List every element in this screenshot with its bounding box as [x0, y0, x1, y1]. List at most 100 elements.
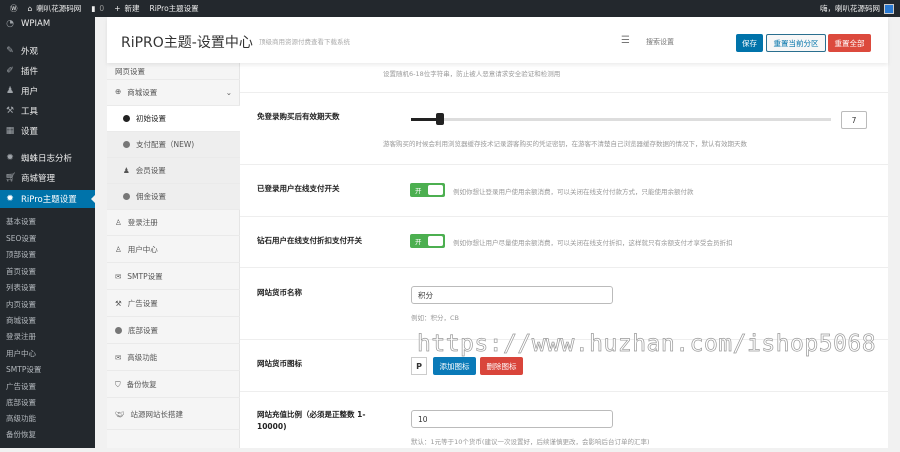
account-menu[interactable]: 嗨，喇叭花源码网 — [820, 0, 894, 17]
nav-footer[interactable]: 底部设置 — [107, 318, 240, 344]
dot-icon — [123, 141, 130, 148]
reset-section-button[interactable]: 重置当前分区 — [766, 34, 826, 52]
toggle-knob — [428, 185, 443, 195]
submenu-top[interactable]: 顶部设置 — [6, 249, 36, 260]
field-label: 钻石用户在线支付折扣支付开关 — [257, 236, 362, 245]
nav-page-settings[interactable]: 网页设置 — [107, 64, 240, 80]
submenu-shop[interactable]: 商城设置 — [6, 315, 36, 326]
submenu-inner[interactable]: 内页设置 — [6, 299, 36, 310]
submenu-footer[interactable]: 底部设置 — [6, 397, 36, 408]
submenu-smtp[interactable]: SMTP设置 — [6, 364, 41, 375]
home-icon: ⌂ — [27, 4, 33, 13]
menu-label: 蜘蛛日志分析 — [21, 154, 73, 164]
ratio-input[interactable]: 10 — [411, 410, 613, 428]
submenu-ads[interactable]: 广告设置 — [6, 381, 36, 392]
nav-smtp[interactable]: ✉ SMTP设置 — [107, 264, 240, 290]
field-desc: 设置随机6-18位字符串，防止被人恶意请求安全验证和检测用 — [383, 70, 561, 78]
page-title: RiPRO主题-设置中心 — [121, 35, 253, 51]
reset-all-button[interactable]: 重置全部 — [828, 34, 871, 52]
nav-label: 支付配置（NEW) — [136, 140, 195, 149]
nav-login[interactable]: ♙ 登录注册 — [107, 210, 240, 236]
cart-icon: 🛒︎ — [5, 173, 17, 183]
field-desc: 例如你想让登录用户使用余额消费，可以关闭在线支付付款方式，只能使用余额付款 — [453, 188, 694, 196]
settings-icon: ▦ — [5, 126, 15, 136]
nav-backup[interactable]: ⛉ 备份恢复 — [107, 372, 240, 398]
user-icon: ♟ — [5, 86, 15, 96]
days-input[interactable]: 7 — [841, 111, 867, 129]
nav-label: 底部设置 — [128, 326, 158, 335]
menu-settings[interactable]: ▦ 设置 — [0, 122, 95, 140]
submenu-user-center[interactable]: 用户中心 — [6, 348, 36, 359]
nav-label: 商城设置 — [127, 88, 158, 97]
comment-icon: ▮ — [91, 4, 96, 13]
slider-handle[interactable] — [436, 113, 445, 125]
submenu-login[interactable]: 登录注册 — [6, 331, 36, 342]
settings-nav: 网页设置 ⊕ 商城设置 ⌄ 初始设置 支付配置（NEW) ♟ 会员设置 佣金设置 ♙ 登… — [107, 60, 240, 448]
currency-name-input[interactable]: 积分 — [411, 286, 613, 304]
search-input[interactable] — [640, 34, 732, 51]
settings-form: 设置随机6-18位字符串，防止被人恶意请求安全验证和检测用 免登录购买后有效期天… — [240, 60, 888, 448]
menu-ripro-settings[interactable]: ✹ RiPro主题设置 — [0, 190, 95, 208]
remove-icon-button[interactable]: 删除图标 — [480, 357, 523, 375]
gear-icon: ✹ — [6, 194, 14, 204]
nav-payment[interactable]: 支付配置（NEW) — [107, 132, 240, 158]
submenu-advanced[interactable]: 高级功能 — [6, 413, 36, 424]
page-link[interactable]: RiPro主题设置 — [149, 3, 198, 14]
submenu-list[interactable]: 列表设置 — [6, 282, 36, 293]
field-label: 网站货币名称 — [257, 288, 302, 297]
dot-icon — [123, 115, 130, 122]
menu-users[interactable]: ♟ 用户 — [0, 82, 95, 100]
nav-label: 用户中心 — [127, 245, 158, 254]
nav-label: 站源网站长搭建 — [130, 410, 184, 419]
nav-initial-settings[interactable]: 初始设置 — [107, 106, 240, 132]
menu-shop[interactable]: 🛒︎ 商城管理 — [0, 169, 95, 187]
menu-label: 插件 — [21, 67, 39, 77]
menu-label: 商城管理 — [21, 174, 56, 184]
save-button[interactable]: 保存 — [736, 34, 763, 52]
site-link[interactable]: ⌂ 喇叭花源码网 — [28, 3, 82, 14]
days-slider[interactable] — [411, 113, 831, 125]
field-label: 已登录用户在线支付开关 — [257, 184, 340, 193]
submenu-home[interactable]: 首页设置 — [6, 266, 36, 277]
shield-icon: ⛉ — [115, 379, 121, 389]
gauge-icon: ◔ — [6, 19, 14, 29]
field-desc: 游客购买的时候会利用浏览器缓存技术记录游客购买的凭证密钥，在游客不清楚自己浏览器… — [383, 140, 747, 148]
envelope-icon: ✉ — [115, 272, 122, 281]
menu-spider-log[interactable]: ✹ 蜘蛛日志分析 — [0, 149, 95, 167]
comments-link[interactable]: ▮ 0 — [91, 4, 104, 13]
user-icon: ♟ — [123, 166, 130, 175]
online-pay-toggle[interactable]: 开 — [410, 183, 445, 197]
admin-sidebar: ◔ WPIAM ✎ 外观 ✐ 插件 ♟ 用户 ⚒ 工具 ▦ 设置 ✹ 蜘蛛日志分析 🛒︎ 商城管… — [0, 17, 95, 448]
field-desc: 例如你想让用户尽量使用余额消费，可以关闭在线支付折扣，这样就只有余额支付才享受会… — [453, 239, 733, 247]
menu-tools[interactable]: ⚒ 工具 — [0, 102, 95, 120]
nav-label: 初始设置 — [136, 114, 166, 123]
nav-label: 广告设置 — [127, 299, 158, 308]
nav-label: 会员设置 — [135, 166, 166, 175]
submenu-backup[interactable]: 备份恢复 — [6, 429, 36, 440]
nav-commission[interactable]: 佣金设置 — [107, 184, 240, 210]
nav-shop-settings[interactable]: ⊕ 商城设置 ⌄ — [107, 80, 240, 106]
list-icon[interactable]: ☰ — [621, 35, 630, 46]
nav-membership[interactable]: ♟ 会员设置 — [107, 158, 240, 184]
nav-advanced[interactable]: ✉ 高级功能 — [107, 345, 240, 371]
nav-label: 备份恢复 — [126, 380, 157, 389]
menu-wpiam[interactable]: ◔ WPIAM — [0, 15, 95, 33]
diamond-discount-toggle[interactable]: 开 — [410, 234, 445, 248]
scrollbar-track[interactable] — [888, 17, 900, 448]
nav-user-center[interactable]: ♙ 用户中心 — [107, 237, 240, 263]
nav-ads[interactable]: ⚒ 广告设置 — [107, 291, 240, 317]
submenu-basic[interactable]: 基本设置 — [6, 216, 36, 227]
site-name: 喇叭花源码网 — [36, 4, 82, 13]
submenu-seo[interactable]: SEO设置 — [6, 233, 36, 244]
wordpress-logo-icon[interactable]: Ⓦ — [10, 3, 18, 14]
plus-icon: + — [114, 4, 121, 13]
paypal-icon: P — [411, 357, 427, 375]
nav-label: 登录注册 — [127, 218, 158, 227]
new-link[interactable]: + 新建 — [114, 3, 139, 14]
nav-site-builder[interactable]: 🤝︎ 站源网站长搭建 — [107, 400, 240, 430]
menu-plugins[interactable]: ✐ 插件 — [0, 62, 95, 80]
menu-appearance[interactable]: ✎ 外观 — [0, 42, 95, 60]
nav-label: 网页设置 — [115, 67, 145, 76]
dot-icon — [115, 327, 122, 334]
add-icon-button[interactable]: 添加图标 — [433, 357, 476, 375]
